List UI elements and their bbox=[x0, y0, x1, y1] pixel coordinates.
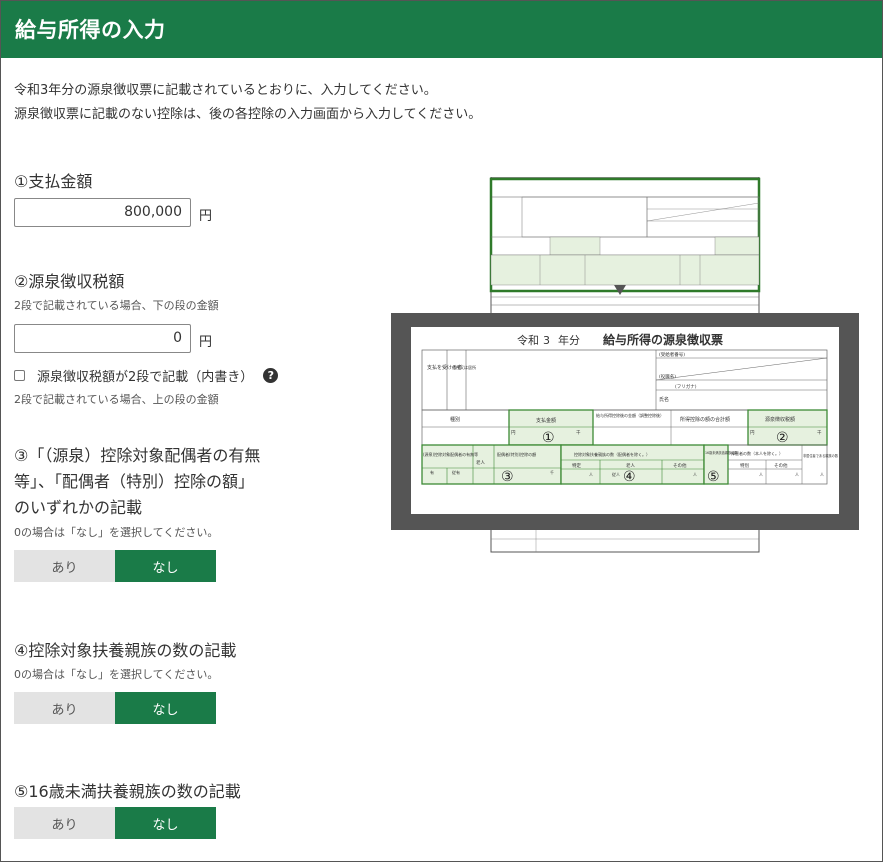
slip-payment-yen: 円 bbox=[511, 430, 516, 436]
slip-other-2: その他 bbox=[774, 462, 788, 469]
slip-tax-yen: 円 bbox=[750, 430, 755, 436]
slip-other: その他 bbox=[673, 462, 687, 469]
slip-payment-thousand: 千 bbox=[576, 429, 581, 436]
withholding-amount-input[interactable]: 0 bbox=[14, 324, 191, 353]
slip-dep-person-2: 人 bbox=[693, 472, 697, 477]
dependents-no-button[interactable]: なし bbox=[115, 692, 216, 724]
two-tier-checkbox-label[interactable]: 源泉徴収税額が2段で記載（内書き） bbox=[37, 366, 253, 385]
slip-address-label: 住所又は居所 bbox=[452, 364, 476, 370]
slip-dis-person-1: 人 bbox=[759, 472, 763, 477]
two-tier-checkbox-row[interactable]: 源泉徴収税額が2段で記載（内書き） ? bbox=[14, 366, 279, 385]
slip-spouse-thousand: 千 bbox=[550, 469, 554, 475]
spouse-label-line-3: のいずれかの記載 bbox=[14, 498, 143, 517]
slip-dep-person-1: 人 bbox=[589, 472, 593, 477]
dependents-label: ④控除対象扶養親族の数の記載 bbox=[14, 641, 237, 660]
under16-toggle: あり なし bbox=[14, 807, 216, 839]
two-tier-checkbox[interactable] bbox=[14, 370, 25, 381]
dependents-toggle: あり なし bbox=[14, 692, 216, 724]
spouse-no-button[interactable]: なし bbox=[115, 550, 216, 582]
slip-dis-person-3: 人 bbox=[820, 472, 824, 477]
slip-non-resident: 非居住者である親族の数 bbox=[803, 453, 839, 458]
slip-recipient-no: (受給者番号) bbox=[659, 351, 685, 358]
slip-col-after-deduction: 給与所得控除後の金額（調整控除後） bbox=[596, 412, 664, 418]
spouse-label-line-1: ③「（源泉）控除対象配偶者の有無 bbox=[14, 446, 261, 465]
intro-line-1: 令和3年分の源泉徴収票に記載されているとおりに、入力してください。 bbox=[14, 83, 437, 98]
spouse-label: ③「（源泉）控除対象配偶者の有無 等」、「配偶者（特別）控除の額」 のいずれかの… bbox=[14, 443, 304, 521]
withholding-note-lower: 2段で記載されている場合、下の段の金額 bbox=[14, 299, 219, 312]
withholding-slip-illustration: 令和 3 年分 給与所得の源泉徴収票 支払を受ける者 住所又は居所 (受給者番号… bbox=[391, 177, 859, 553]
slip-col-tax: 源泉徴収税額 bbox=[765, 416, 795, 423]
spouse-toggle: あり なし bbox=[14, 550, 216, 582]
slip-name-label: 氏名 bbox=[659, 396, 669, 403]
under16-no-button[interactable]: なし bbox=[115, 807, 216, 839]
slip-from: 従有 bbox=[452, 469, 460, 475]
slip-elderly: 老人 bbox=[476, 459, 485, 466]
page-title: 給与所得の入力 bbox=[15, 18, 166, 42]
slip-marker-1: ① bbox=[542, 430, 555, 446]
slip-elderly-2: 老人 bbox=[626, 462, 635, 469]
payment-unit: 円 bbox=[199, 209, 213, 224]
withholding-unit: 円 bbox=[199, 335, 213, 350]
spouse-note: 0の場合は「なし」を選択してください。 bbox=[14, 526, 219, 539]
slip-spouse-deduction: 配偶者(特別)控除の額 bbox=[497, 451, 536, 457]
slip-disabled-head: 障害者の数（本人を除く。） bbox=[731, 450, 783, 456]
slip-marker-4: ④ bbox=[623, 469, 636, 485]
withholding-label: ②源泉徴収税額 bbox=[14, 272, 125, 291]
under16-yes-button[interactable]: あり bbox=[14, 807, 115, 839]
slip-col-payment: 支払金額 bbox=[536, 417, 556, 424]
slip-dis-person-2: 人 bbox=[795, 472, 799, 477]
slip-spouse-box bbox=[421, 444, 562, 485]
under16-label: ⑤16歳未満扶養親族の数の記載 bbox=[14, 782, 241, 801]
intro-line-2: 源泉徴収票に記載のない控除は、後の各控除の入力画面から入力してください。 bbox=[14, 107, 482, 122]
slip-marker-5: ⑤ bbox=[707, 469, 720, 485]
dependents-yes-button[interactable]: あり bbox=[14, 692, 115, 724]
slip-marker-2: ② bbox=[776, 430, 789, 446]
spouse-label-line-2: 等」、「配偶者（特別）控除の額」 bbox=[14, 472, 255, 491]
payment-amount-input[interactable]: 800,000 bbox=[14, 198, 191, 227]
page-header: 給与所得の入力 bbox=[1, 1, 882, 58]
slip-year-suffix: 年分 bbox=[558, 333, 580, 347]
dependents-note: 0の場合は「なし」を選択してください。 bbox=[14, 668, 219, 681]
slip-dep-from-person: 従人 bbox=[612, 471, 620, 477]
slip-tax-thousand: 千 bbox=[817, 429, 822, 436]
slip-dep-head: 控除対象扶養親族の数（配偶者を除く。） bbox=[574, 451, 650, 457]
slip-col-type: 種別 bbox=[450, 416, 460, 423]
slip-marker-3: ③ bbox=[501, 469, 514, 485]
slip-furigana: (フリガナ) bbox=[675, 383, 697, 390]
slip-position: (役職名) bbox=[659, 373, 676, 380]
slip-col-total-deduction: 所得控除の額の合計額 bbox=[680, 416, 730, 423]
slip-year: 3 bbox=[543, 334, 550, 347]
slip-specific: 特定 bbox=[572, 462, 581, 469]
help-icon[interactable]: ? bbox=[263, 368, 279, 383]
slip-have: 有 bbox=[430, 469, 434, 475]
payment-label: ①支払金額 bbox=[14, 172, 93, 191]
slip-special: 特別 bbox=[740, 462, 749, 469]
spouse-yes-button[interactable]: あり bbox=[14, 550, 115, 582]
slip-era: 令和 bbox=[517, 333, 539, 347]
slip-spouse-head: (源泉)控除対象配偶者の有無等 bbox=[423, 451, 478, 457]
slip-title: 給与所得の源泉徴収票 bbox=[603, 332, 723, 347]
withholding-note-upper: 2段で記載されている場合、上の段の金額 bbox=[14, 393, 219, 406]
